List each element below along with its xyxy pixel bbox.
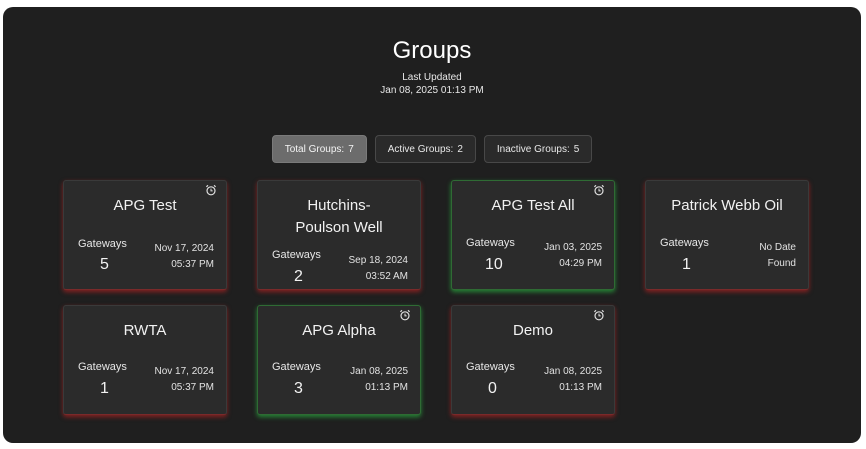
- gateways-count: 5: [100, 256, 109, 273]
- time-line: Found: [767, 258, 796, 269]
- last-updated-date: Sep 18, 2024 03:52 AM: [349, 253, 409, 285]
- group-name: APG Test All: [491, 197, 575, 214]
- gateways-label: Gateways: [272, 249, 321, 261]
- active-groups-value: 2: [457, 143, 463, 155]
- inactive-groups-button[interactable]: Inactive Groups: 5: [483, 135, 593, 163]
- group-name: RWTA: [123, 322, 167, 339]
- last-updated-date: Jan 08, 2025 01:13 PM: [544, 364, 602, 396]
- group-card-demo[interactable]: Demo Gateways 0 Jan 08, 2025 01:13 PM: [451, 305, 615, 415]
- time-line: 03:52 AM: [365, 271, 408, 282]
- inactive-groups-value: 5: [573, 143, 580, 155]
- last-updated-date: Jan 03, 2025 04:29 PM: [544, 240, 602, 272]
- date-line: Nov 17, 2024: [154, 243, 215, 254]
- date-line: No Date: [759, 242, 796, 253]
- group-card-hutchins-poulson-well[interactable]: Hutchins-Poulson Well Gateways 2 Sep 18,…: [257, 180, 421, 290]
- page-header: Groups Last Updated Jan 08, 2025 01:13 P…: [3, 37, 861, 97]
- last-updated-date: Nov 17, 2024 05:37 PM: [155, 241, 215, 273]
- group-card-apg-test[interactable]: APG Test Gateways 5 Nov 17, 2024 05:37 P…: [63, 180, 227, 290]
- stats-bar: Total Groups: 7 Active Groups: 2 Inactiv…: [3, 135, 861, 163]
- gateways-count: 1: [682, 256, 691, 273]
- total-groups-button[interactable]: Total Groups: 7: [271, 135, 367, 163]
- last-updated-label: Last Updated: [402, 72, 462, 83]
- gateways-label: Gateways: [78, 238, 127, 250]
- group-name: APG Alpha: [302, 322, 376, 339]
- gateways-count: 1: [100, 380, 109, 397]
- last-updated-date: Nov 17, 2024 05:37 PM: [155, 364, 215, 396]
- gateways-label: Gateways: [272, 361, 321, 373]
- time-line: 01:13 PM: [559, 382, 602, 393]
- group-name: Demo: [512, 322, 553, 339]
- active-groups-label: Active Groups:: [387, 143, 454, 155]
- gateways-label: Gateways: [466, 361, 515, 373]
- time-line: 05:37 PM: [171, 259, 214, 270]
- groups-panel: Groups Last Updated Jan 08, 2025 01:13 P…: [3, 7, 861, 443]
- group-card-apg-test-all[interactable]: APG Test All Gateways 10 Jan 03, 2025 04…: [451, 180, 615, 290]
- gateways-label: Gateways: [78, 361, 127, 373]
- date-line: Jan 03, 2025: [544, 242, 602, 253]
- time-line: 01:13 PM: [365, 382, 408, 393]
- group-card-patrick-webb-oil[interactable]: Patrick Webb Oil Gateways 1 No Date Foun…: [645, 180, 809, 290]
- gateways-label: Gateways: [660, 237, 709, 249]
- active-groups-button[interactable]: Active Groups: 2: [374, 135, 476, 163]
- group-name: APG Test: [113, 197, 177, 214]
- date-line: Jan 08, 2025: [544, 366, 602, 377]
- page-title: Groups: [392, 37, 472, 64]
- gateways-label: Gateways: [466, 237, 515, 249]
- group-name: Patrick Webb Oil: [671, 197, 783, 214]
- total-groups-value: 7: [348, 143, 354, 155]
- group-card-rwta[interactable]: RWTA Gateways 1 Nov 17, 2024 05:37 PM: [63, 305, 227, 415]
- group-name: Hutchins-Poulson Well: [295, 197, 383, 236]
- total-groups-label: Total Groups:: [284, 143, 345, 155]
- group-card-apg-alpha[interactable]: APG Alpha Gateways 3 Jan 08, 2025 01:13 …: [257, 305, 421, 415]
- inactive-groups-label: Inactive Groups:: [496, 143, 570, 155]
- date-line: Sep 18, 2024: [348, 255, 409, 266]
- time-line: 05:37 PM: [171, 382, 214, 393]
- date-line: Nov 17, 2024: [154, 366, 215, 377]
- gateways-count: 2: [294, 268, 303, 285]
- last-updated-date: Jan 08, 2025 01:13 PM: [350, 364, 408, 396]
- last-updated-date: No Date Found: [759, 240, 796, 272]
- date-line: Jan 08, 2025: [350, 366, 408, 377]
- last-updated-value: Jan 08, 2025 01:13 PM: [380, 85, 484, 96]
- gateways-count: 10: [485, 256, 503, 273]
- gateways-count: 0: [488, 380, 497, 397]
- time-line: 04:29 PM: [559, 258, 602, 269]
- gateways-count: 3: [294, 380, 303, 397]
